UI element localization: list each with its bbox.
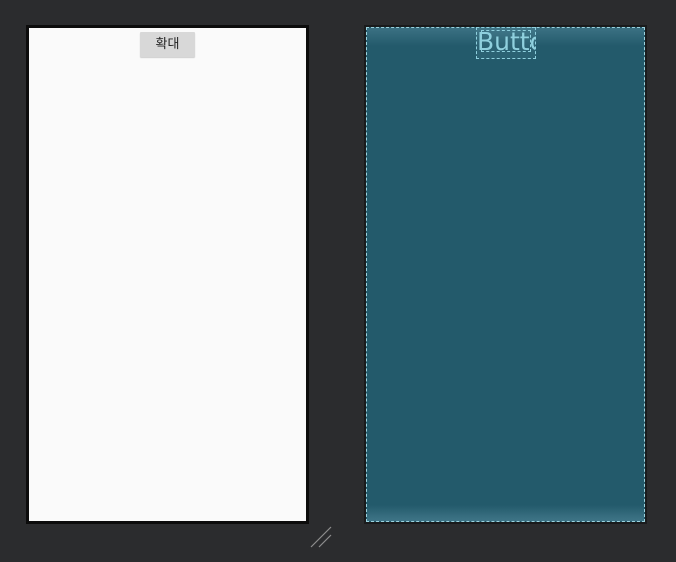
- zoom-button[interactable]: 확대: [140, 32, 195, 57]
- blueprint-preview-frame: Butto: [364, 25, 647, 524]
- blueprint-button-outline[interactable]: Butto: [476, 27, 536, 59]
- resize-handle-icon[interactable]: [309, 525, 333, 549]
- blueprint-preview-screen[interactable]: Butto: [366, 27, 645, 522]
- blueprint-button-label: Butto: [477, 27, 535, 56]
- design-preview-frame: 확대: [26, 25, 309, 524]
- design-preview-screen[interactable]: 확대: [29, 28, 306, 521]
- blueprint-navigation-bar: [367, 505, 644, 521]
